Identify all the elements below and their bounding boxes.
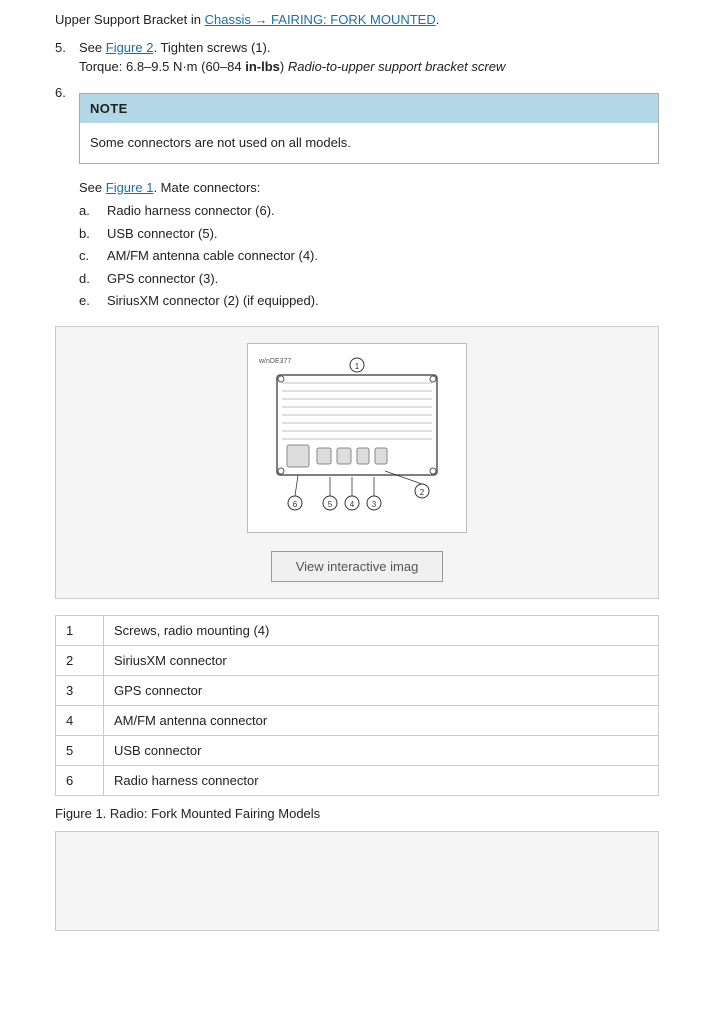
step-5-line2: Torque: 6.8–9.5 N·m (60–84 in-lbs) Radio… [79, 57, 659, 77]
row3-desc: GPS connector [104, 675, 659, 705]
step-6-content: NOTE Some connectors are not used on all… [79, 83, 659, 314]
bottom-figure-box [55, 831, 659, 931]
sub-label-b: b. [79, 224, 107, 244]
table-row: 6 Radio harness connector [56, 765, 659, 795]
figure-image-area: w/nDE377 1 [247, 343, 467, 533]
step-5: 5. See Figure 2. Tighten screws (1). Tor… [55, 38, 659, 77]
sub-label-c: c. [79, 246, 107, 266]
svg-text:1: 1 [355, 362, 360, 371]
row4-desc: AM/FM antenna connector [104, 705, 659, 735]
radio-svg: w/nDE377 1 [257, 353, 457, 523]
sub-text-d: GPS connector (3). [107, 269, 218, 289]
table-row: 4 AM/FM antenna connector [56, 705, 659, 735]
intro-text: Upper Support Bracket in Chassis → FAIRI… [55, 10, 659, 30]
note-body: Some connectors are not used on all mode… [80, 123, 658, 163]
sub-item-a: a. Radio harness connector (6). [79, 201, 659, 221]
sub-text-e: SiriusXM connector (2) (if equipped). [107, 291, 319, 311]
step-5-line1: See Figure 2. Tighten screws (1). [79, 38, 659, 58]
intro-label: Upper Support Bracket in [55, 12, 201, 27]
step-6: 6. NOTE Some connectors are not used on … [55, 83, 659, 314]
svg-text:3: 3 [372, 500, 377, 509]
row4-num: 4 [56, 705, 104, 735]
svg-text:w/nDE377: w/nDE377 [258, 358, 291, 365]
row2-desc: SiriusXM connector [104, 645, 659, 675]
table-row: 5 USB connector [56, 735, 659, 765]
chassis-link[interactable]: Chassis → FAIRING: FORK MOUNTED [205, 12, 436, 27]
figure1-link[interactable]: Figure 1 [106, 180, 154, 195]
sub-item-d: d. GPS connector (3). [79, 269, 659, 289]
sub-label-a: a. [79, 201, 107, 221]
step-list: 5. See Figure 2. Tighten screws (1). Tor… [55, 38, 659, 314]
parts-table: 1 Screws, radio mounting (4) 2 SiriusXM … [55, 615, 659, 796]
parts-table-body: 1 Screws, radio mounting (4) 2 SiriusXM … [56, 615, 659, 795]
note-box: NOTE Some connectors are not used on all… [79, 93, 659, 164]
sub-text-b: USB connector (5). [107, 224, 218, 244]
sub-text-c: AM/FM antenna cable connector (4). [107, 246, 318, 266]
note-header: NOTE [80, 94, 658, 124]
row6-desc: Radio harness connector [104, 765, 659, 795]
svg-text:4: 4 [350, 500, 355, 509]
sub-list: a. Radio harness connector (6). b. USB c… [79, 201, 659, 311]
figure-caption: Figure 1. Radio: Fork Mounted Fairing Mo… [55, 806, 659, 821]
torque-italic: Radio-to-upper support bracket screw [288, 59, 506, 74]
table-row: 3 GPS connector [56, 675, 659, 705]
sub-item-c: c. AM/FM antenna cable connector (4). [79, 246, 659, 266]
step-5-content: See Figure 2. Tighten screws (1). Torque… [79, 38, 659, 77]
svg-text:6: 6 [293, 500, 298, 509]
sub-label-e: e. [79, 291, 107, 311]
step-6-num: 6. [55, 83, 79, 314]
row1-num: 1 [56, 615, 104, 645]
figure2-link[interactable]: Figure 2 [106, 40, 154, 55]
sub-text-a: Radio harness connector (6). [107, 201, 275, 221]
row5-num: 5 [56, 735, 104, 765]
page-container: Upper Support Bracket in Chassis → FAIRI… [0, 0, 714, 951]
sub-item-e: e. SiriusXM connector (2) (if equipped). [79, 291, 659, 311]
row2-num: 2 [56, 645, 104, 675]
svg-text:5: 5 [328, 500, 333, 509]
figure-container: w/nDE377 1 [55, 326, 659, 599]
table-row: 2 SiriusXM connector [56, 645, 659, 675]
sub-label-d: d. [79, 269, 107, 289]
view-interactive-button[interactable]: View interactive imag [271, 551, 444, 582]
table-row: 1 Screws, radio mounting (4) [56, 615, 659, 645]
svg-text:2: 2 [420, 488, 425, 497]
row5-desc: USB connector [104, 735, 659, 765]
row1-desc: Screws, radio mounting (4) [104, 615, 659, 645]
row3-num: 3 [56, 675, 104, 705]
sub-item-b: b. USB connector (5). [79, 224, 659, 244]
torque-bold: in-lbs [245, 59, 280, 74]
step-5-num: 5. [55, 38, 79, 77]
row6-num: 6 [56, 765, 104, 795]
see-figure1-line: See Figure 1. Mate connectors: [79, 178, 659, 198]
